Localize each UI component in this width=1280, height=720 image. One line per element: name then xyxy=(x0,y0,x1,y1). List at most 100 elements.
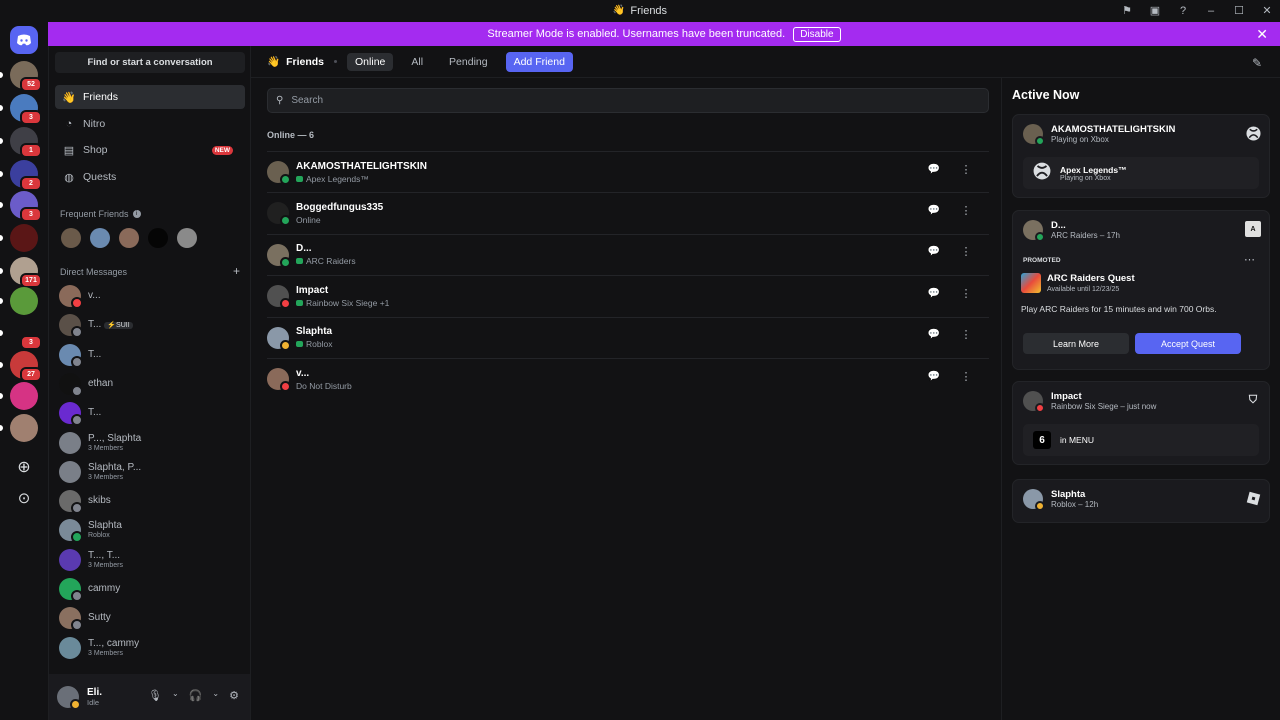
avatar[interactable] xyxy=(148,228,168,248)
server-icon[interactable] xyxy=(10,224,38,252)
tab-all[interactable]: All xyxy=(403,53,431,71)
message-icon[interactable]: 💬 xyxy=(927,328,941,342)
friend-row[interactable]: Slaphta Roblox 💬 ⋮ xyxy=(267,316,989,358)
message-icon[interactable]: 💬 xyxy=(927,162,941,176)
home-button[interactable] xyxy=(10,26,38,54)
more-icon[interactable]: ⋯ xyxy=(1244,253,1255,266)
more-vertical-icon[interactable]: ⋮ xyxy=(959,162,973,176)
message-icon[interactable]: 💬 xyxy=(927,369,941,383)
avatar xyxy=(1023,391,1045,413)
more-vertical-icon[interactable]: ⋮ xyxy=(959,203,973,217)
server-icon[interactable]: 27 xyxy=(10,351,42,382)
sidebar-item-nitro[interactable]: ◔ Nitro xyxy=(55,112,245,136)
frequent-friends-text: Frequent Friends xyxy=(60,209,129,219)
sidebar-item-shop[interactable]: ▤ Shop NEW xyxy=(55,138,245,162)
dm-item[interactable]: skibs xyxy=(59,487,245,515)
unread-pill xyxy=(0,268,3,274)
avatar[interactable] xyxy=(177,228,197,248)
tab-online[interactable]: Online xyxy=(347,52,394,71)
avatar[interactable] xyxy=(119,228,139,248)
server-icon[interactable] xyxy=(10,414,38,442)
help-icon[interactable]: ? xyxy=(1176,4,1190,18)
disable-streamer-button[interactable]: Disable xyxy=(793,26,841,42)
info-icon[interactable]: i xyxy=(132,210,141,218)
activity-card[interactable]: AKAMOSTHATELIGHTSKIN Playing on Xbox Ape… xyxy=(1012,114,1270,198)
banner-text: Streamer Mode is enabled. Usernames have… xyxy=(487,28,786,40)
dm-item[interactable]: Slaphta Roblox xyxy=(59,516,245,544)
avatar xyxy=(59,549,81,571)
avatar[interactable] xyxy=(90,228,110,248)
server-icon[interactable]: 3 xyxy=(10,94,42,125)
server-icon[interactable]: 2 xyxy=(10,160,42,191)
headphones-icon[interactable]: 🎧 xyxy=(189,689,203,702)
chevron-down-icon[interactable]: ⌄ xyxy=(172,689,179,702)
page-title-text: Friends xyxy=(286,55,325,68)
server-icon[interactable]: 3 xyxy=(10,191,42,222)
dm-item[interactable]: T... ⚡SUII xyxy=(59,311,245,339)
dm-item[interactable]: v... xyxy=(59,282,245,310)
friend-row[interactable]: D... ARC Raiders 💬 ⋮ xyxy=(267,233,989,275)
dm-item[interactable]: ethan xyxy=(59,370,245,398)
screen-icon[interactable]: ▣ xyxy=(1148,4,1162,18)
friend-row[interactable]: v... Do Not Disturb 💬 ⋮ xyxy=(267,358,989,399)
more-vertical-icon[interactable]: ⋮ xyxy=(959,369,973,383)
add-friend-button[interactable]: Add Friend xyxy=(505,51,573,72)
server-icon[interactable] xyxy=(10,287,38,315)
server-icon[interactable]: 171 xyxy=(10,257,42,288)
discover-button[interactable]: ⊙ xyxy=(10,484,38,512)
dm-item[interactable]: T... xyxy=(59,399,245,427)
sidebar-item-quests[interactable]: ◍ Quests xyxy=(55,165,245,189)
more-vertical-icon[interactable]: ⋮ xyxy=(959,286,973,300)
inbox-icon[interactable]: ⚑ xyxy=(1120,4,1134,18)
find-conversation-button[interactable]: Find or start a conversation xyxy=(55,52,245,73)
chevron-down-icon[interactable]: ⌄ xyxy=(212,689,219,702)
friend-row[interactable]: Impact Rainbow Six Siege +1 💬 ⋮ xyxy=(267,275,989,316)
close-window-icon[interactable]: ✕ xyxy=(1260,4,1274,18)
gamepad-icon xyxy=(296,175,303,182)
friend-row[interactable]: Boggedfungus335 Online 💬 ⋮ xyxy=(267,192,989,233)
activity-card[interactable]: Slaphta Roblox – 12h xyxy=(1012,479,1270,523)
dm-item[interactable]: T..., T... 3 Members xyxy=(59,546,245,574)
dm-item[interactable]: T..., cammy 3 Members xyxy=(59,634,245,662)
close-icon[interactable]: ✕ xyxy=(1256,26,1268,43)
message-icon[interactable]: 💬 xyxy=(927,203,941,217)
quest-description: Play ARC Raiders for 15 minutes and win … xyxy=(1021,304,1217,314)
server-icon[interactable]: 3 xyxy=(10,319,42,350)
learn-more-button[interactable]: Learn More xyxy=(1023,333,1129,354)
more-vertical-icon[interactable]: ⋮ xyxy=(959,245,973,259)
friend-row[interactable]: AKAMOSTHATELIGHTSKIN Apex Legends™ 💬 ⋮ xyxy=(267,151,989,192)
microphone-icon[interactable]: 🎙 xyxy=(148,689,162,702)
sidebar-item-friends[interactable]: 👋 Friends xyxy=(55,85,245,109)
minimize-icon[interactable]: – xyxy=(1204,4,1218,18)
server-icon[interactable] xyxy=(10,382,38,410)
friends-icon: 👋 xyxy=(62,91,76,104)
dm-item[interactable]: P..., Slaphta 3 Members xyxy=(59,429,245,457)
plus-icon[interactable]: + xyxy=(233,264,240,278)
dm-item[interactable]: Slaphta, P... 3 Members xyxy=(59,458,245,486)
tab-pending[interactable]: Pending xyxy=(441,53,496,71)
server-icon[interactable]: 52 xyxy=(10,61,42,92)
dm-name-text: T..., T... xyxy=(88,550,121,562)
message-icon[interactable]: 💬 xyxy=(927,286,941,300)
activity-card[interactable]: D... ARC Raiders – 17h A PROMOTED ⋯ ARC … xyxy=(1012,210,1270,370)
server-icon[interactable]: 1 xyxy=(10,127,42,158)
add-server-button[interactable]: ⊕ xyxy=(10,453,38,481)
new-group-dm-icon[interactable]: ✎ xyxy=(1252,56,1262,70)
friends-search-input[interactable]: ⚲ Search xyxy=(267,88,989,113)
dm-item[interactable]: cammy xyxy=(59,575,245,603)
dm-item[interactable]: Sutty xyxy=(59,604,245,632)
dm-name-text: Slaphta, P... xyxy=(88,462,142,474)
avatar[interactable] xyxy=(61,228,81,248)
maximize-icon[interactable]: ☐ xyxy=(1232,4,1246,18)
dm-item[interactable]: T... xyxy=(59,341,245,369)
message-icon[interactable]: 💬 xyxy=(927,245,941,259)
more-vertical-icon[interactable]: ⋮ xyxy=(959,328,973,342)
gear-icon[interactable]: ⚙ xyxy=(229,689,239,702)
accept-quest-button[interactable]: Accept Quest xyxy=(1135,333,1241,354)
avatar[interactable] xyxy=(57,686,81,710)
activity-card[interactable]: Impact Rainbow Six Siege – just now ⛉ 6 … xyxy=(1012,381,1270,465)
dm-name: T..., cammy xyxy=(88,638,139,650)
status-indicator xyxy=(280,174,291,185)
direct-messages-label: Direct Messages + xyxy=(60,264,240,278)
search-icon: ⚲ xyxy=(276,95,284,106)
